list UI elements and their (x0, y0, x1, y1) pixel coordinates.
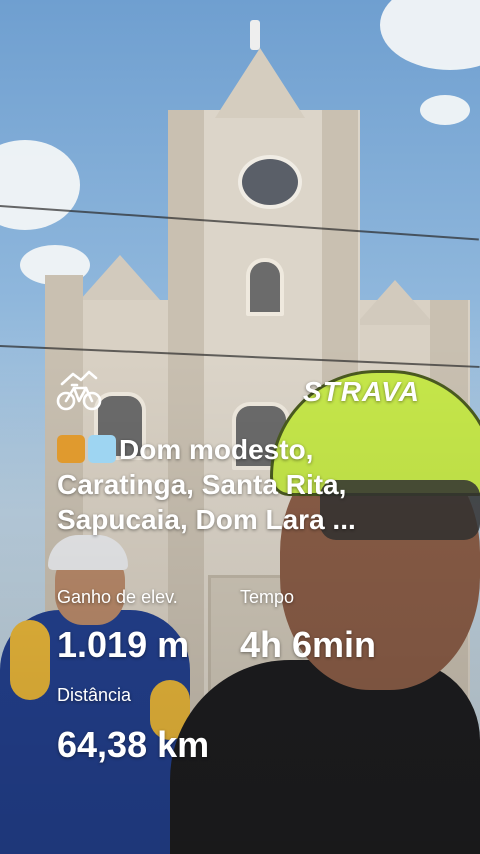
elevation-value: 1.019 m (57, 624, 190, 665)
distance-value: 64,38 km (57, 724, 210, 765)
elevation-label: Ganho de elev. (57, 587, 178, 607)
distance-label: Distância (57, 685, 132, 705)
activity-overlay: STRAVA Dom modesto, Caratinga, Santa Rit… (0, 0, 480, 854)
time-label: Tempo (240, 587, 295, 607)
time-value: 4h 6min (240, 624, 377, 665)
cyclist-emoji-icon (57, 435, 85, 463)
dash-emoji-icon (88, 435, 116, 463)
activity-title: Dom modesto, Caratinga, Santa Rita, Sapu… (57, 432, 437, 537)
strava-logo: STRAVA (303, 376, 420, 407)
bike-icon (56, 370, 102, 411)
